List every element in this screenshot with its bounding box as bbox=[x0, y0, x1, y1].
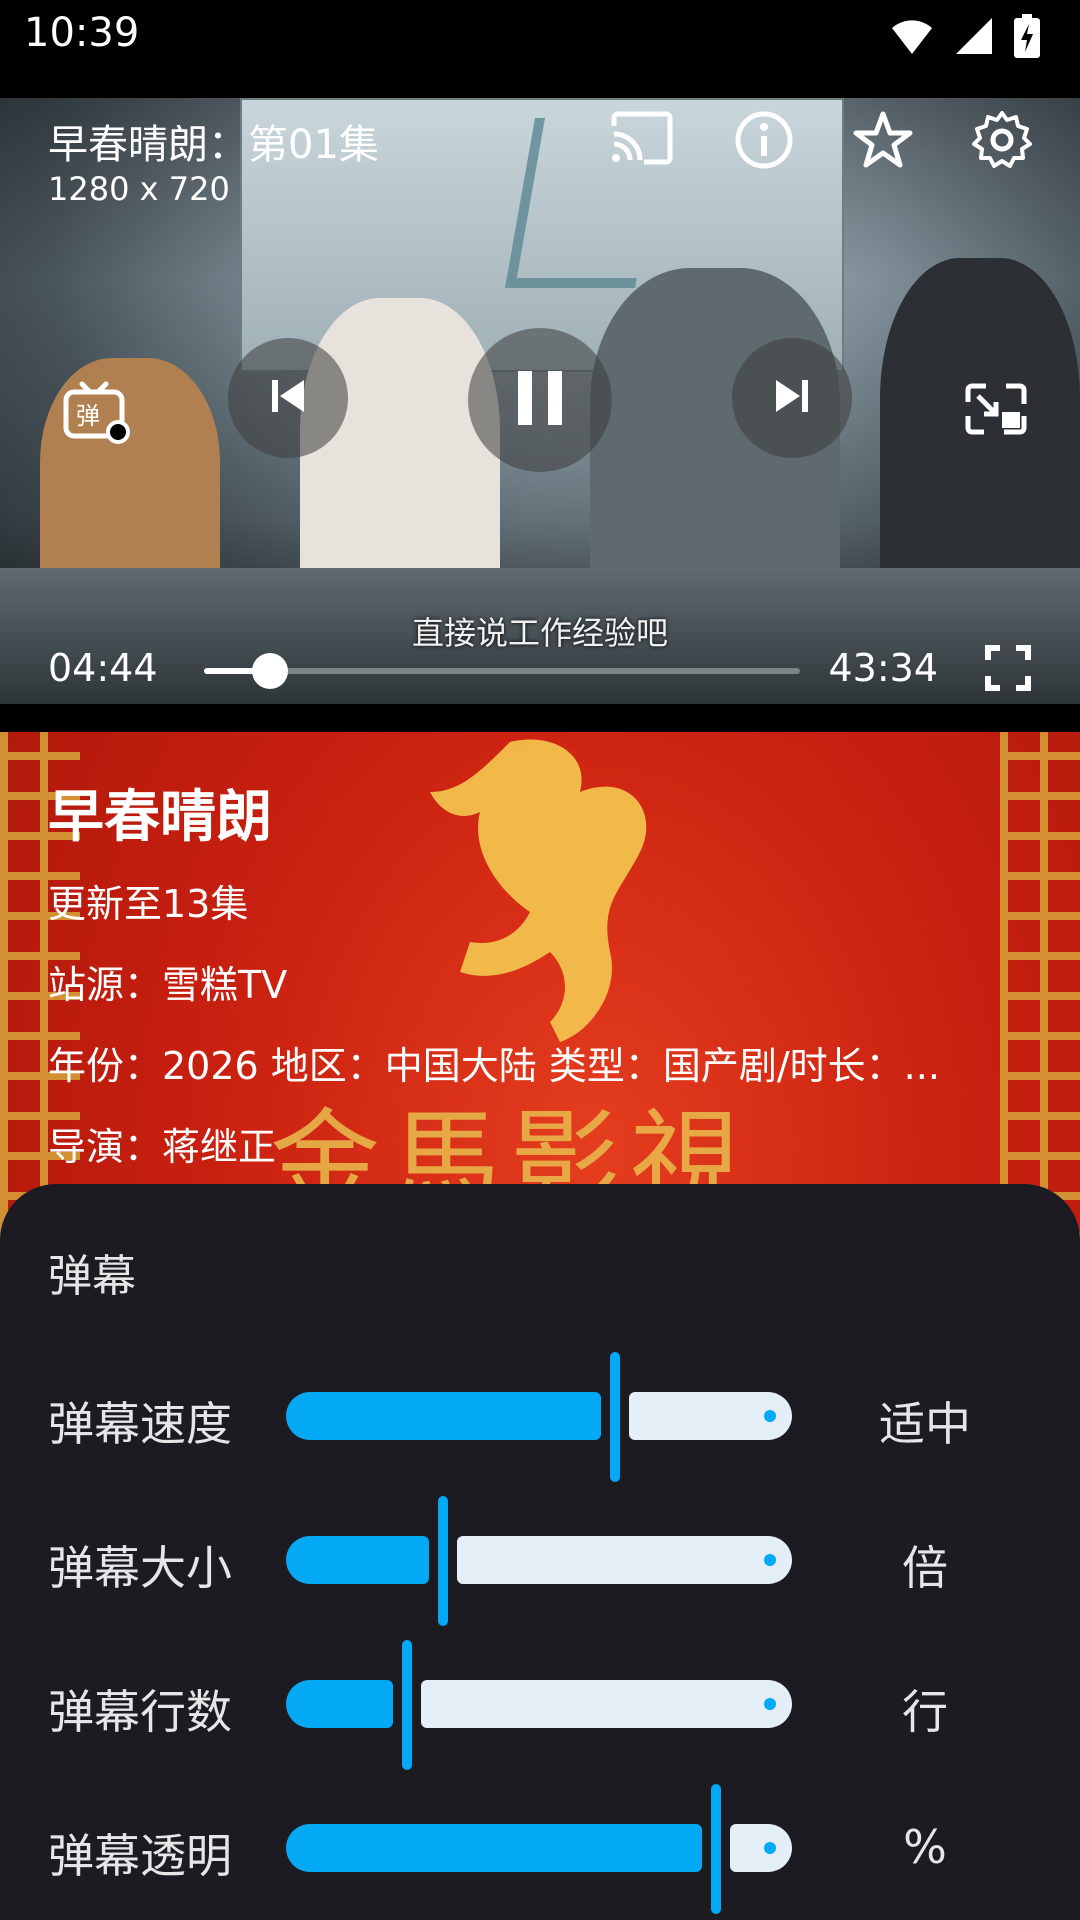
danmaku-opacity-row: 弹幕透明 % bbox=[0, 1776, 1080, 1914]
status-time: 10:39 bbox=[24, 10, 140, 56]
player-top-actions bbox=[608, 110, 1032, 174]
star-icon[interactable] bbox=[852, 110, 914, 174]
pause-icon bbox=[514, 369, 566, 431]
wifi-icon bbox=[890, 16, 934, 60]
slider-handle[interactable] bbox=[609, 1352, 620, 1482]
previous-icon bbox=[266, 374, 310, 422]
danmaku-icon[interactable]: 弹 bbox=[62, 380, 132, 450]
current-time: 04:44 bbox=[48, 646, 158, 690]
danmaku-settings-sheet: 弹幕 弹幕速度 适中 弹幕大小 倍 弹幕行数 行 弹幕透明 % bbox=[0, 1184, 1080, 1920]
slider-handle[interactable] bbox=[711, 1784, 722, 1914]
seek-bar-thumb[interactable] bbox=[251, 653, 288, 689]
svg-text:弹: 弹 bbox=[76, 402, 100, 430]
row-label: 弹幕大小 bbox=[48, 1541, 232, 1595]
slider-handle[interactable] bbox=[402, 1640, 413, 1770]
danmaku-speed-slider[interactable] bbox=[286, 1352, 792, 1482]
danmaku-opacity-slider[interactable] bbox=[286, 1784, 792, 1914]
show-director: 导演：蒋继正 bbox=[48, 1125, 277, 1169]
next-button[interactable] bbox=[732, 338, 852, 458]
danmaku-size-row: 弹幕大小 倍 bbox=[0, 1488, 1080, 1626]
row-label: 弹幕速度 bbox=[48, 1397, 232, 1451]
slider-handle[interactable] bbox=[437, 1496, 448, 1626]
danmaku-size-slider[interactable] bbox=[286, 1496, 792, 1626]
slider-stop-dot bbox=[763, 1842, 776, 1854]
row-value: 行 bbox=[902, 1685, 948, 1739]
row-label: 弹幕透明 bbox=[48, 1829, 232, 1883]
row-value: % bbox=[903, 1820, 947, 1874]
seek-bar[interactable] bbox=[204, 653, 800, 689]
player-controls: 弹 bbox=[0, 328, 1080, 478]
slider-active-track bbox=[286, 1536, 429, 1584]
video-player[interactable]: 早春晴朗：第01集 1280 x 720 弹 直接说工作经验吧 04:44 43… bbox=[0, 98, 1080, 704]
slider-active-track bbox=[286, 1392, 601, 1440]
danmaku-speed-row: 弹幕速度 适中 bbox=[0, 1344, 1080, 1482]
sheet-title: 弹幕 bbox=[48, 1251, 136, 1302]
show-info: 早春晴朗 更新至13集 站源：雪糕TV 年份：2026 地区：中国大陆 类型：国… bbox=[48, 772, 940, 1197]
show-title: 早春晴朗 bbox=[48, 785, 272, 850]
cast-icon[interactable] bbox=[608, 110, 676, 174]
row-label: 弹幕行数 bbox=[48, 1685, 232, 1739]
pause-button[interactable] bbox=[468, 328, 612, 472]
battery-charging-icon bbox=[1014, 14, 1040, 62]
slider-stop-dot bbox=[763, 1554, 776, 1566]
fullscreen-icon[interactable] bbox=[984, 644, 1032, 696]
settings-icon[interactable] bbox=[972, 110, 1032, 174]
episode-title: 早春晴朗：第01集 bbox=[48, 122, 379, 168]
show-meta: 年份：2026 地区：中国大陆 类型：国产剧/时长：... bbox=[48, 1044, 940, 1088]
slider-stop-dot bbox=[763, 1698, 776, 1710]
slider-inactive-track bbox=[628, 1392, 792, 1440]
danmaku-lines-row: 弹幕行数 行 bbox=[0, 1632, 1080, 1770]
slider-inactive-track bbox=[730, 1824, 792, 1872]
next-icon bbox=[770, 374, 814, 422]
status-bar: 10:39 bbox=[0, 0, 1080, 98]
row-value: 倍 bbox=[902, 1541, 948, 1595]
slider-active-track bbox=[286, 1824, 703, 1872]
video-resolution: 1280 x 720 bbox=[48, 170, 230, 208]
danmaku-lines-slider[interactable] bbox=[286, 1640, 792, 1770]
total-time: 43:34 bbox=[828, 646, 938, 690]
slider-inactive-track bbox=[421, 1680, 792, 1728]
show-source[interactable]: 站源：雪糕TV bbox=[48, 954, 940, 1009]
info-icon[interactable] bbox=[734, 110, 794, 174]
slider-inactive-track bbox=[456, 1536, 792, 1584]
show-update-status: 更新至13集 bbox=[48, 882, 249, 926]
previous-button[interactable] bbox=[228, 338, 348, 458]
signal-icon bbox=[954, 16, 994, 60]
status-icons bbox=[890, 14, 1040, 62]
slider-active-track bbox=[286, 1680, 394, 1728]
pip-icon[interactable] bbox=[964, 382, 1028, 440]
row-value: 适中 bbox=[879, 1397, 971, 1451]
slider-stop-dot bbox=[763, 1410, 776, 1422]
divider bbox=[0, 704, 1080, 732]
